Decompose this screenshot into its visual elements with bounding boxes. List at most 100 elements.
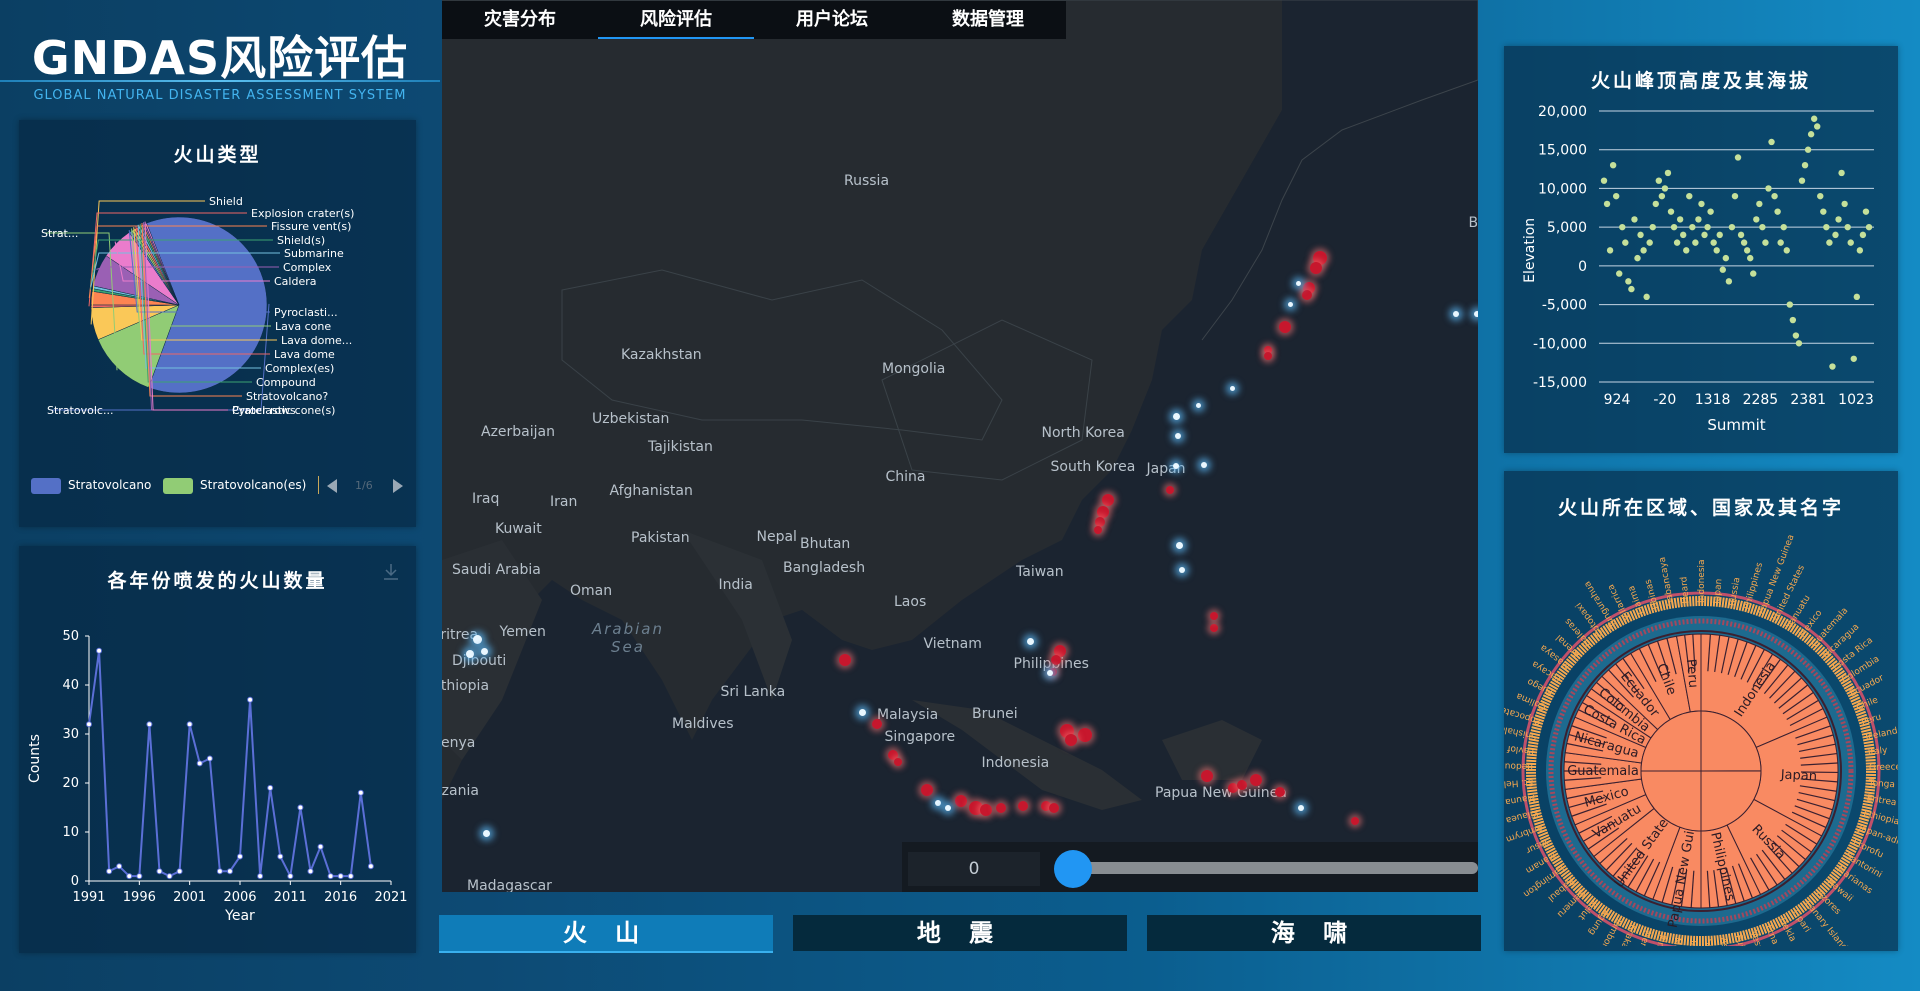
scatter-point[interactable]: [1692, 239, 1699, 246]
scatter-point[interactable]: [1625, 278, 1632, 285]
volcano-marker[interactable]: [945, 805, 951, 811]
scatter-point[interactable]: [1795, 340, 1803, 347]
eruption-count-point[interactable]: [186, 721, 193, 728]
volcano-hotspot-marker[interactable]: [1210, 624, 1218, 632]
eruption-count-line-chart[interactable]: 0 10 20 30 40 50 1991 1996 2001 2006 2011 2016 2021 Y…: [19, 591, 416, 951]
scatter-point[interactable]: [1798, 177, 1806, 184]
volcano-marker[interactable]: [466, 650, 474, 658]
volcano-hotspot-marker[interactable]: [1250, 774, 1262, 786]
scatter-point[interactable]: [1658, 192, 1666, 200]
tab-disaster-distribution[interactable]: 灾害分布: [442, 1, 598, 39]
scatter-point[interactable]: [1731, 192, 1739, 200]
volcano-region-sunburst-chart[interactable]: IndonesiaJapanRussiaPhilippinesPapua New…: [1504, 526, 1898, 946]
time-slider-track[interactable]: [1070, 862, 1478, 874]
eruption-count-point[interactable]: [146, 721, 153, 728]
scatter-point[interactable]: [1856, 247, 1864, 254]
scatter-point[interactable]: [1737, 231, 1745, 239]
volcano-hotspot-marker[interactable]: [1210, 612, 1218, 620]
scatter-point[interactable]: [1637, 231, 1644, 239]
volcano-hotspot-marker[interactable]: [1166, 486, 1174, 494]
scatter-point[interactable]: [1835, 216, 1842, 223]
scatter-point[interactable]: [1679, 231, 1687, 239]
scatter-point[interactable]: [1865, 223, 1873, 231]
scatter-point[interactable]: [1600, 177, 1608, 184]
scatter-point[interactable]: [1667, 208, 1675, 215]
scatter-point[interactable]: [1603, 200, 1611, 208]
legend-swatch-stratovolcano[interactable]: [31, 478, 61, 494]
volcano-marker[interactable]: [1175, 541, 1183, 549]
eruption-count-point[interactable]: [226, 868, 233, 875]
volcano-hotspot-marker[interactable]: [1065, 734, 1077, 746]
scatter-point[interactable]: [1820, 208, 1827, 215]
eruption-count-point[interactable]: [116, 863, 123, 870]
volcano-marker[interactable]: [1295, 280, 1301, 286]
volcano-hotspot-marker[interactable]: [1094, 526, 1102, 534]
scatter-point[interactable]: [1786, 301, 1794, 308]
scatter-point[interactable]: [1622, 239, 1629, 246]
scatter-point[interactable]: [1734, 154, 1742, 161]
legend-next-icon[interactable]: [393, 479, 403, 493]
legend-swatch-stratovolcano-es[interactable]: [163, 478, 193, 494]
scatter-point[interactable]: [1777, 239, 1784, 246]
eruption-count-point[interactable]: [317, 843, 324, 850]
volcano-marker[interactable]: [1287, 301, 1293, 307]
scatter-point[interactable]: [1643, 293, 1650, 301]
scatter-point[interactable]: [1670, 223, 1678, 231]
scatter-point[interactable]: [1701, 231, 1708, 239]
scatter-point[interactable]: [1814, 123, 1821, 130]
scatter-point[interactable]: [1686, 192, 1693, 200]
scatter-point[interactable]: [1606, 247, 1614, 254]
eruption-count-point[interactable]: [136, 873, 143, 880]
volcano-hotspot-marker[interactable]: [1310, 262, 1322, 274]
scatter-point[interactable]: [1792, 332, 1800, 339]
eruption-count-point[interactable]: [357, 789, 364, 796]
scatter-point[interactable]: [1664, 169, 1672, 177]
scatter-point[interactable]: [1841, 200, 1848, 208]
volcano-hotspot-marker[interactable]: [1049, 803, 1059, 813]
volcano-hotspot-marker[interactable]: [1264, 352, 1272, 360]
scatter-point[interactable]: [1780, 223, 1787, 231]
scatter-point[interactable]: [1783, 247, 1790, 254]
volcano-button[interactable]: 火 山: [439, 915, 773, 953]
volcano-marker[interactable]: [1298, 805, 1304, 811]
eruption-count-series[interactable]: [88, 650, 372, 880]
volcano-hotspot-marker[interactable]: [1275, 787, 1285, 797]
eruption-count-point[interactable]: [216, 868, 223, 875]
scatter-point[interactable]: [1612, 192, 1620, 200]
scatter-point[interactable]: [1609, 162, 1617, 169]
scatter-point[interactable]: [1844, 223, 1851, 231]
scatter-point[interactable]: [1740, 239, 1748, 246]
volcano-hotspot-marker[interactable]: [894, 758, 902, 766]
slider-value-display[interactable]: 0: [908, 852, 1040, 886]
volcano-marker[interactable]: [1201, 462, 1207, 468]
scatter-point[interactable]: [1762, 239, 1769, 246]
scatter-point[interactable]: [1716, 231, 1723, 239]
scatter-point[interactable]: [1765, 185, 1772, 192]
scatter-point[interactable]: [1683, 247, 1690, 254]
scatter-point[interactable]: [1707, 208, 1714, 215]
time-slider-handle[interactable]: [1054, 850, 1092, 888]
eruption-count-point[interactable]: [237, 853, 243, 860]
volcano-marker[interactable]: [1047, 670, 1053, 676]
volcano-marker[interactable]: [482, 829, 490, 837]
scatter-point[interactable]: [1810, 115, 1818, 122]
eruption-count-point[interactable]: [327, 873, 334, 880]
volcano-marker[interactable]: [1453, 311, 1459, 317]
scatter-point[interactable]: [1652, 200, 1659, 208]
tab-data-management[interactable]: 数据管理: [910, 1, 1066, 39]
scatter-point[interactable]: [1646, 239, 1653, 246]
scatter-point[interactable]: [1756, 200, 1763, 208]
scatter-point[interactable]: [1847, 239, 1854, 246]
volcano-hotspot-marker[interactable]: [1018, 801, 1028, 811]
volcano-hotspot-marker[interactable]: [980, 804, 992, 816]
volcano-hotspot-marker[interactable]: [1102, 494, 1114, 506]
legend-label-stratovolcano[interactable]: Stratovolcano: [68, 478, 151, 492]
scatter-point[interactable]: [1713, 247, 1720, 254]
volcano-marker[interactable]: [1195, 402, 1201, 408]
summit-elevation-scatter-chart[interactable]: -15,000 -10,000 -5,000 0 5,000 10,000 15,000 20…: [1504, 96, 1898, 446]
volcano-hotspot-marker[interactable]: [955, 795, 967, 807]
scatter-point[interactable]: [1743, 247, 1751, 254]
eruption-count-point[interactable]: [267, 784, 274, 791]
eruption-count-point[interactable]: [126, 873, 133, 880]
scatter-point[interactable]: [1747, 254, 1754, 262]
